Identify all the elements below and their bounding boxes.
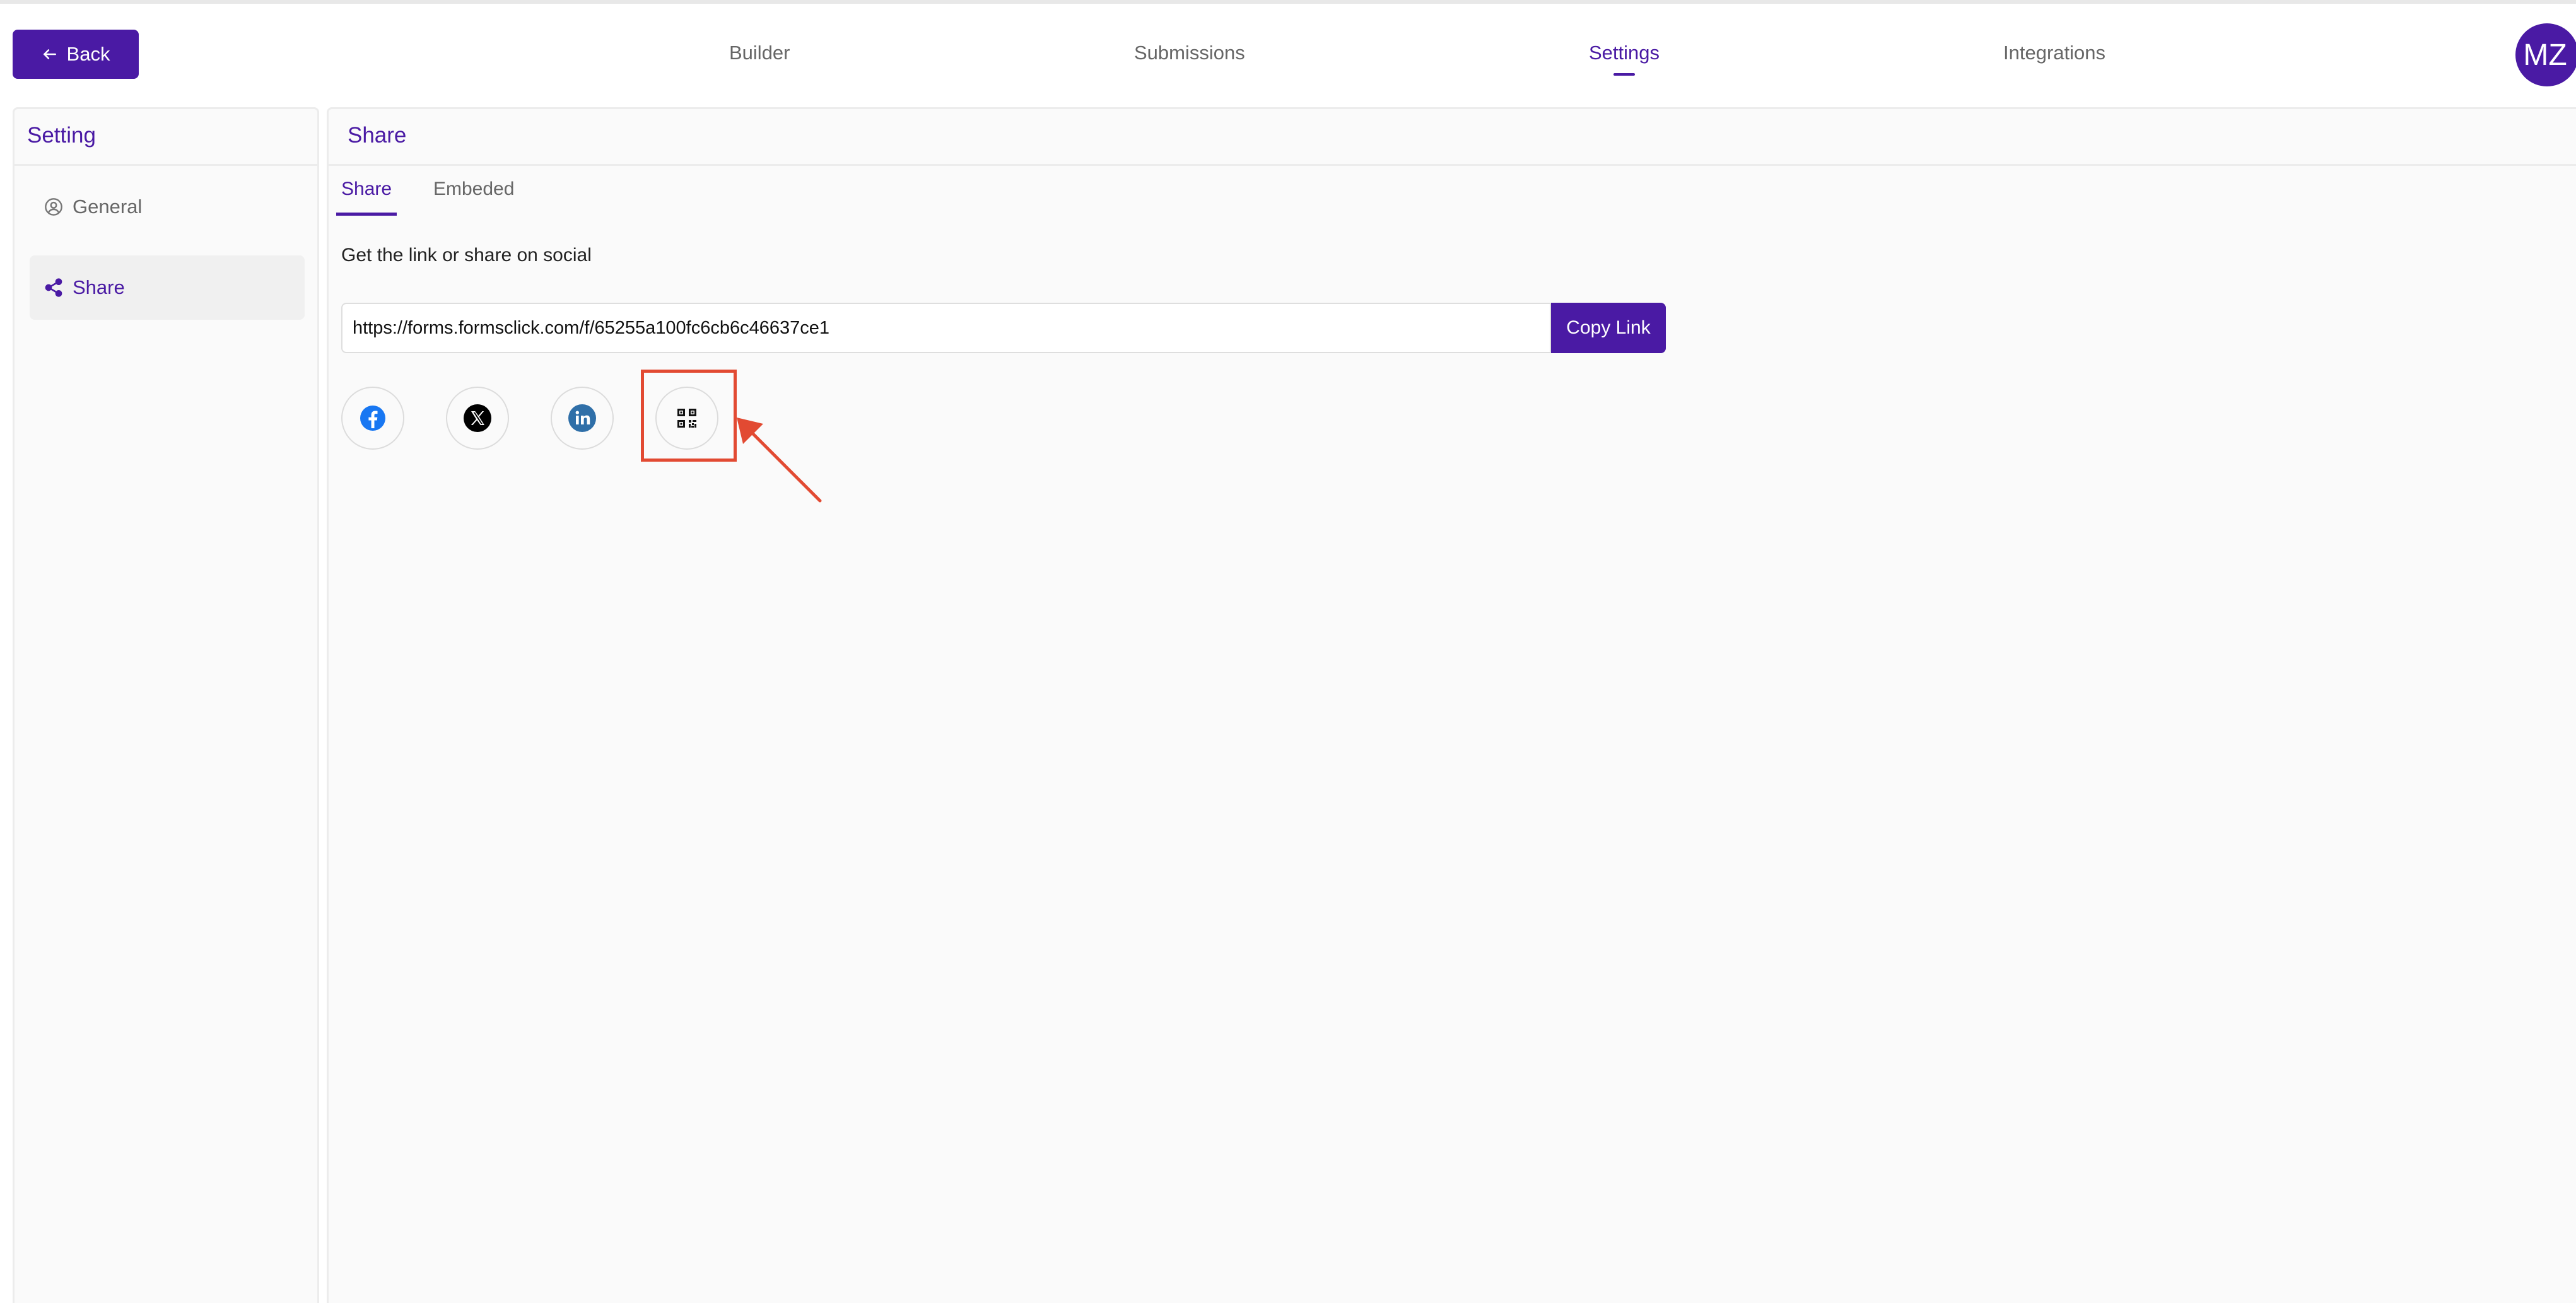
panel-title: Share: [329, 109, 2576, 166]
share-panel: Share Share Embeded Get the link or shar…: [327, 107, 2576, 1303]
facebook-icon: [360, 406, 385, 431]
x-twitter-icon: [464, 404, 491, 432]
sidebar-item-general[interactable]: General: [30, 175, 305, 239]
nav-builder[interactable]: Builder: [729, 42, 790, 64]
sidebar-item-label: General: [73, 196, 143, 218]
share-link-input[interactable]: [341, 303, 1551, 353]
share-x-button[interactable]: [446, 387, 509, 450]
tab-share[interactable]: Share: [336, 178, 397, 216]
share-description: Get the link or share on social: [341, 245, 592, 266]
nav-active-indicator: [1613, 73, 1635, 76]
annotation-arrow-icon: [737, 418, 822, 503]
annotation-highlight-box: [641, 370, 737, 462]
nav-submissions[interactable]: Submissions: [1134, 42, 1245, 64]
nav-settings-label: Settings: [1589, 42, 1660, 64]
back-button[interactable]: Back: [13, 30, 139, 79]
user-avatar[interactable]: MZ: [2515, 23, 2576, 86]
user-circle-icon: [45, 198, 62, 216]
sidebar-title: Setting: [15, 109, 317, 166]
sidebar-item-label: Share: [73, 276, 125, 298]
share-facebook-button[interactable]: [341, 387, 404, 450]
back-button-label: Back: [66, 43, 110, 65]
nav-settings[interactable]: Settings: [1589, 42, 1660, 76]
tab-embeded[interactable]: Embeded: [428, 178, 519, 213]
arrow-left-icon: [43, 49, 56, 59]
sidebar-item-share[interactable]: Share: [30, 255, 305, 320]
share-linkedin-button[interactable]: [551, 387, 614, 450]
nav-integrations[interactable]: Integrations: [2003, 42, 2105, 64]
linkedin-icon: [568, 404, 596, 432]
share-icon: [45, 278, 62, 297]
top-header: Back Builder Submissions Settings Integr…: [0, 4, 2576, 107]
copy-link-button[interactable]: Copy Link: [1551, 303, 1666, 353]
settings-sidebar: Setting General Share: [13, 107, 319, 1303]
